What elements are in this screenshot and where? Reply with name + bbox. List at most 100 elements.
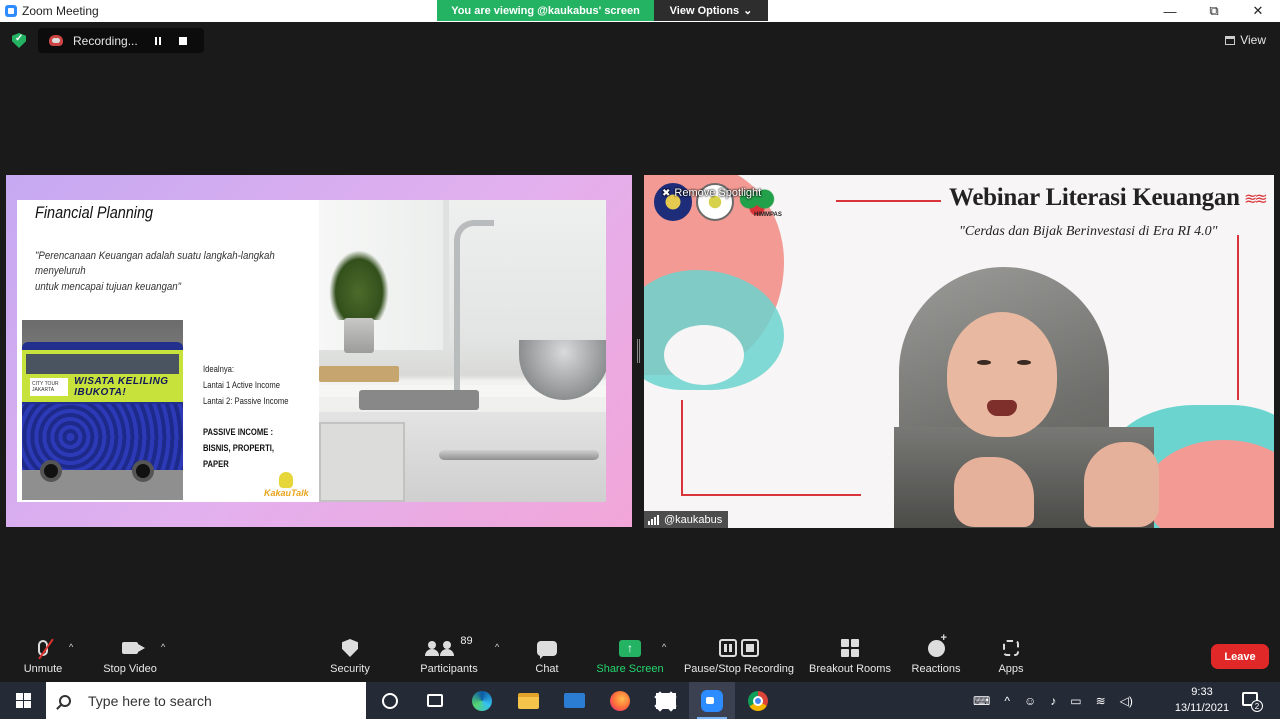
start-button[interactable] <box>0 682 46 719</box>
leave-meeting-button[interactable]: Leave <box>1211 644 1269 669</box>
recording-label: Recording... <box>73 33 138 48</box>
breakout-rooms-icon <box>841 639 859 657</box>
zoom-app-icon <box>5 5 17 17</box>
chrome-button[interactable] <box>735 682 781 719</box>
speaker-person <box>834 267 1214 528</box>
passive-income-items: BISNIS, PROPERTI, PAPER <box>203 443 274 469</box>
windows-taskbar: Type here to search ⌨ ^ ☺ ♪ ▭ ≋ ◁) 9:33 … <box>0 682 1280 719</box>
dropbox-icon <box>654 690 677 712</box>
mail-icon <box>563 693 585 708</box>
close-button[interactable]: ✕ <box>1236 0 1280 22</box>
zoom-taskbar-button[interactable] <box>689 682 735 719</box>
unmute-button[interactable]: Unmute <box>18 630 68 682</box>
participants-button[interactable]: 89 Participants <box>416 630 482 682</box>
meet-now-icon[interactable]: ☺ <box>1024 694 1036 708</box>
participants-label: Participants <box>420 663 478 675</box>
window-titlebar: Zoom Meeting You are viewing @kaukabus' … <box>0 0 1280 22</box>
view-layout-icon <box>1225 35 1236 45</box>
passive-income-block: PASSIVE INCOME : BISNIS, PROPERTI, PAPER <box>203 424 302 472</box>
search-icon <box>59 694 71 707</box>
pause-icon <box>719 639 737 657</box>
chevron-down-icon: ⌄ <box>743 5 753 17</box>
battery-icon[interactable]: ▭ <box>1070 694 1081 708</box>
participant-name: @kaukabus <box>664 513 723 526</box>
dropbox-button[interactable] <box>643 682 689 719</box>
edge-button[interactable] <box>459 682 505 719</box>
remove-spotlight-button[interactable]: ✖ Remove Spotlight <box>662 187 761 199</box>
spotlight-pin-icon: ✖ <box>662 187 671 199</box>
slide-quote-line2: untuk mencapai tujuan keuangan" <box>35 280 182 293</box>
double-decker-bus-image: CITY TOUR JAKARTA WISATA KELILING IBUKOT… <box>22 320 183 500</box>
wifi-icon[interactable]: ≋ <box>1096 694 1106 708</box>
show-hidden-icons-icon[interactable]: ^ <box>1004 694 1010 708</box>
chat-bubble-icon <box>537 640 557 659</box>
apps-icon <box>1003 640 1019 656</box>
remove-spotlight-label: Remove Spotlight <box>674 187 762 199</box>
reactions-button[interactable]: Reactions <box>908 630 964 682</box>
reaction-smiley-icon <box>927 632 947 657</box>
video-options-caret-icon[interactable]: ^ <box>161 642 165 652</box>
taskbar-search-box[interactable]: Type here to search <box>46 682 366 719</box>
microphone-tray-icon[interactable]: ♪ <box>1050 694 1056 708</box>
volume-icon[interactable]: ◁) <box>1120 694 1133 708</box>
bus-logo: CITY TOUR JAKARTA <box>30 378 69 396</box>
stop-video-label: Stop Video <box>103 663 157 675</box>
view-layout-button[interactable]: View <box>1225 33 1266 47</box>
pause-stop-recording-button[interactable]: Pause/Stop Recording <box>683 630 795 682</box>
shared-screen-panel: Financial Planning "Perencanaan Keuangan… <box>6 175 632 527</box>
breakout-rooms-button[interactable]: Breakout Rooms <box>808 630 892 682</box>
share-screen-label: Share Screen <box>596 663 664 675</box>
wave-decoration-icon: ≋≋ <box>1244 191 1268 208</box>
video-camera-icon <box>122 642 145 654</box>
view-options-button[interactable]: View Options ⌄ <box>654 0 768 21</box>
share-options-caret-icon[interactable]: ^ <box>662 642 666 652</box>
view-options-label: View Options <box>669 4 740 17</box>
security-button[interactable]: Security <box>325 630 375 682</box>
slide-text-area: Financial Planning "Perencanaan Keuangan… <box>17 200 319 502</box>
file-explorer-button[interactable] <box>505 682 551 719</box>
chat-label: Chat <box>535 663 559 675</box>
cortana-icon <box>382 692 398 709</box>
share-screen-arrow-icon: ↑ <box>619 639 641 657</box>
clock-time: 9:33 <box>1191 686 1213 698</box>
firefox-button[interactable] <box>597 682 643 719</box>
audio-options-caret-icon[interactable]: ^ <box>69 642 73 652</box>
share-screen-button[interactable]: ↑ Share Screen <box>595 630 665 682</box>
apps-button[interactable]: Apps <box>994 630 1028 682</box>
restore-button[interactable]: ⧉ <box>1192 0 1236 22</box>
stop-icon <box>741 639 759 657</box>
view-layout-label: View <box>1240 33 1266 47</box>
slide-quote: "Perencanaan Keuangan adalah suatu langk… <box>35 249 290 295</box>
unmute-label: Unmute <box>23 663 63 675</box>
encryption-shield-icon[interactable] <box>12 33 26 48</box>
keyboard-layout-icon[interactable]: ⌨ <box>973 694 990 708</box>
breakout-rooms-label: Breakout Rooms <box>809 663 891 675</box>
edge-icon <box>472 690 492 711</box>
participants-caret-icon[interactable]: ^ <box>495 642 499 652</box>
microphone-logo-icon <box>279 472 294 488</box>
task-view-icon <box>427 694 443 707</box>
pause-recording-icon[interactable] <box>155 36 161 45</box>
task-view-button[interactable] <box>412 682 458 719</box>
apps-label: Apps <box>998 663 1024 675</box>
floor-2-item: Lantai 2: Passive Income <box>203 396 289 406</box>
search-placeholder: Type here to search <box>88 692 212 709</box>
file-explorer-icon <box>517 692 539 709</box>
himmpas-label: HIMMPAS <box>754 212 782 218</box>
chat-button[interactable]: Chat <box>527 630 567 682</box>
speaker-video-panel: HIMMPAS ✖ Remove Spotlight Webinar Liter… <box>644 175 1274 528</box>
taskbar-clock[interactable]: 9:33 13/11/2021 <box>1172 684 1232 716</box>
stop-video-button[interactable]: Stop Video <box>98 630 162 682</box>
webinar-title: Webinar Literasi Keuangan <box>949 184 1240 211</box>
stop-recording-icon[interactable] <box>179 36 187 45</box>
mail-button[interactable] <box>551 682 597 719</box>
panel-resize-handle[interactable] <box>637 339 640 363</box>
window-title: Zoom Meeting <box>22 4 99 18</box>
minimize-button[interactable]: — <box>1148 0 1192 22</box>
cortana-button[interactable] <box>367 682 413 719</box>
microphone-muted-icon <box>38 638 54 660</box>
reactions-label: Reactions <box>911 663 961 675</box>
webinar-subtitle: "Cerdas dan Bijak Berinvestasi di Era RI… <box>959 224 1218 239</box>
recording-indicator: Recording... <box>38 28 204 53</box>
firefox-icon <box>610 690 630 711</box>
